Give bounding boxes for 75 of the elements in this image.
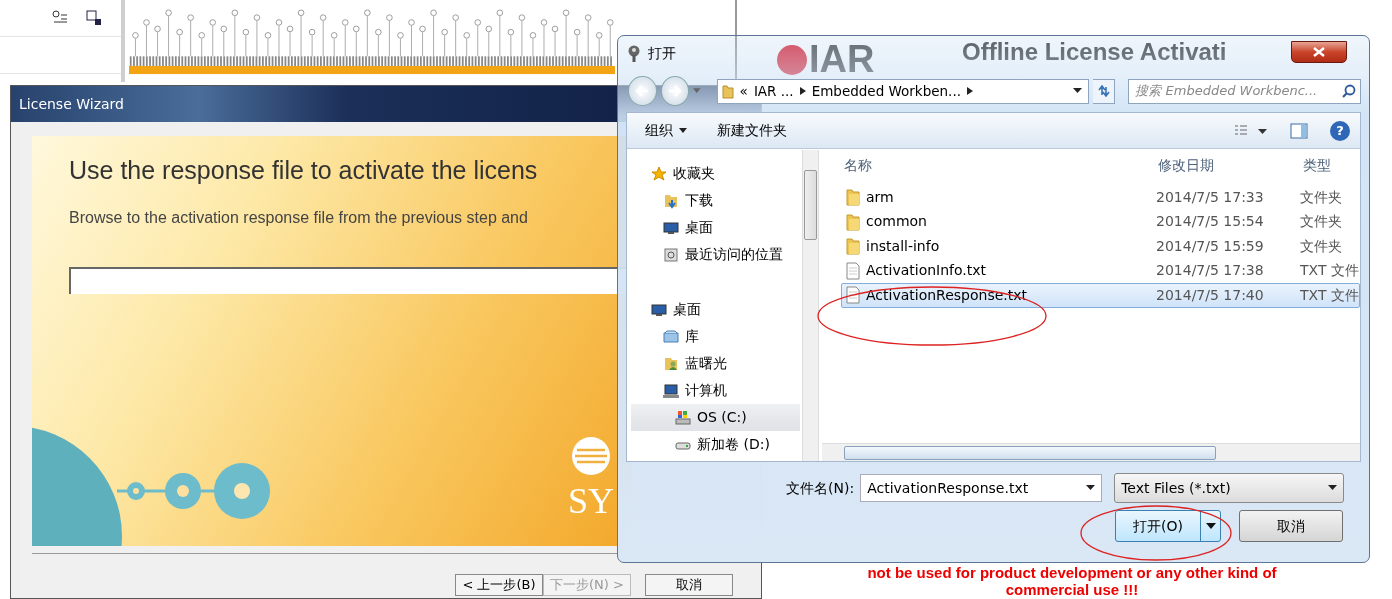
monitor-icon (651, 301, 667, 318)
breadcrumb-item[interactable]: Embedded Workben... (811, 80, 961, 102)
folder-icon (846, 212, 860, 231)
star-icon (651, 165, 667, 182)
file-row[interactable]: arm 2014/7/5 17:33 文件夹 (841, 185, 1360, 210)
caret-icon[interactable] (1086, 485, 1096, 491)
field-label: 文件名(N): (786, 478, 855, 498)
search-icon[interactable] (1342, 84, 1356, 98)
text-file-icon (846, 286, 860, 305)
toolbar-button[interactable]: 新建文件夹 (709, 117, 795, 144)
user-folder-icon (663, 355, 679, 372)
breadcrumb-overflow[interactable]: « (739, 80, 748, 102)
right-arrow-icon (667, 85, 682, 97)
computer-icon (663, 382, 679, 399)
close-icon (1313, 47, 1325, 57)
response-file-field[interactable] (69, 267, 629, 294)
recent-places-icon (663, 246, 679, 263)
breadcrumb-item[interactable]: IAR ... (753, 80, 794, 102)
dropdown-caret-icon[interactable] (1072, 88, 1082, 94)
company-logo-icon (571, 436, 611, 476)
warning-text: commercial use !!! (1004, 581, 1140, 598)
search-field[interactable]: 搜索 Embedded Workbenc... (1128, 78, 1361, 104)
nav-item[interactable]: 桌面 (631, 296, 800, 323)
nav-item[interactable]: 库 (631, 323, 800, 350)
file-row[interactable]: install-info 2014/7/5 15:59 文件夹 (841, 234, 1360, 259)
layout-tool-icon[interactable] (86, 10, 102, 26)
left-arrow-icon (635, 85, 650, 97)
logo-text: SY (568, 480, 615, 522)
column-header[interactable]: 名称 (822, 154, 1152, 176)
column-header[interactable]: 类型 (1297, 154, 1331, 176)
filename-field[interactable]: ActivationResponse.txt (860, 474, 1103, 502)
help-button[interactable]: ? (1330, 120, 1350, 141)
monitor-icon (663, 219, 679, 236)
address-bar[interactable]: « IAR ... Embedded Workben... (716, 78, 1089, 104)
nav-item[interactable]: 下载 (631, 187, 800, 214)
chevron-icon[interactable] (967, 87, 973, 95)
text-file-icon (846, 261, 860, 280)
cancel-button[interactable]: 取消 (645, 574, 733, 596)
list-tool-icon[interactable] (52, 10, 68, 26)
iar-logo: IAR (777, 38, 875, 81)
window-title: 打开 (648, 44, 676, 63)
library-icon (663, 328, 679, 345)
refresh-icon (1096, 85, 1111, 97)
nav-item[interactable]: 桌面 (631, 214, 800, 241)
nav-item[interactable]: 蓝曙光 (631, 350, 800, 377)
key-icon (626, 44, 642, 63)
system-drive-icon (675, 409, 691, 426)
download-folder-icon (663, 192, 679, 209)
file-row[interactable]: ActivationInfo.txt 2014/7/5 17:38 TXT 文件 (841, 258, 1360, 283)
scrollbar[interactable] (822, 443, 1360, 461)
close-button[interactable] (1291, 41, 1347, 63)
nav-item[interactable]: 计算机 (631, 377, 800, 404)
caret-icon (1205, 522, 1216, 530)
chevron-icon[interactable] (799, 87, 806, 95)
nav-item[interactable]: 新加卷 (D:) (631, 431, 800, 458)
column-header[interactable]: 修改日期 (1152, 154, 1297, 176)
nav-item[interactable]: 最近访问的位置 (631, 241, 800, 268)
open-button[interactable]: 打开(O) (1115, 510, 1221, 542)
scrollbar[interactable] (802, 150, 818, 461)
file-type-dropdown[interactable]: Text Files (*.txt) (1114, 473, 1345, 503)
folder-icon (846, 237, 860, 256)
nav-item[interactable]: OS (C:) (631, 404, 800, 431)
back-button[interactable]: < 上一步(B) (455, 574, 543, 596)
cancel-button[interactable]: 取消 (1239, 510, 1343, 542)
toolbar-button[interactable]: 组织 (637, 117, 695, 144)
caret-icon (679, 128, 687, 133)
folder-icon (846, 188, 860, 207)
view-icon[interactable] (1234, 123, 1268, 138)
page-heading: Offline License Activati (962, 38, 1227, 66)
wizard-description: Browse to the activation response file from the previous step and (69, 209, 528, 227)
warning-text: not be used for product development or any other kind of (866, 564, 1278, 581)
caret-icon (1328, 485, 1338, 491)
file-row[interactable]: common 2014/7/5 15:54 文件夹 (841, 209, 1360, 234)
wizard-heading: Use the response file to activate the licens (69, 156, 538, 185)
nav-item[interactable]: 收藏夹 (631, 160, 800, 187)
